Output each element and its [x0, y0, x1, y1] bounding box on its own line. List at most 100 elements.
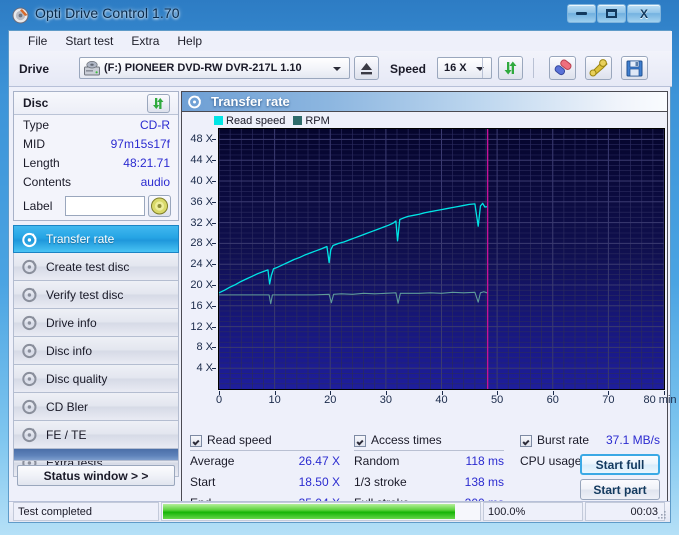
close-button[interactable]: X — [627, 4, 661, 23]
read-speed-checkbox[interactable] — [190, 435, 202, 447]
disc-row-value: audio — [141, 175, 170, 189]
status-window-button[interactable]: Status window > > — [17, 465, 175, 486]
save-button[interactable] — [621, 56, 648, 80]
transfer-rate-plot — [219, 129, 664, 389]
x-axis-tick-label: 20 — [324, 394, 336, 406]
disc-row-key: Contents — [23, 175, 71, 189]
sidebar-item-label: Disc info — [46, 344, 92, 358]
tools-icon — [586, 57, 611, 79]
disc-label-key: Label — [23, 199, 52, 213]
y-axis-tick-mark — [212, 347, 216, 348]
panel-header: Transfer rate — [182, 92, 667, 112]
burst-rate-checkbox[interactable] — [520, 435, 532, 447]
legend-swatch-read-speed — [214, 116, 223, 125]
x-axis-tick-label: 10 — [269, 394, 281, 406]
burst-rate-header: Burst rate 37.1 MB/s — [520, 432, 660, 452]
read-disc-label-button[interactable] — [148, 195, 171, 217]
eject-button[interactable] — [354, 56, 379, 80]
menu-start-test[interactable]: Start test — [56, 32, 122, 50]
disc-icon — [22, 343, 38, 359]
x-axis-tick-mark — [330, 391, 331, 395]
divider — [354, 450, 504, 451]
sidebar-item-disc-quality[interactable]: Disc quality — [13, 365, 179, 393]
sidebar-item-cd-bler[interactable]: CD Bler — [13, 393, 179, 421]
sidebar-item-label: Transfer rate — [46, 232, 114, 246]
progress-bar-fill — [163, 504, 455, 519]
y-axis-tick-label: 36 X — [190, 196, 213, 208]
menu-help[interactable]: Help — [168, 32, 211, 50]
disc-row-key: Length — [23, 156, 60, 170]
panel-title: Transfer rate — [211, 94, 290, 109]
y-axis-tick-mark — [212, 327, 216, 328]
disc-row-key: Type — [23, 118, 49, 132]
x-axis-tick-label: 60 — [547, 394, 559, 406]
sidebar-item-drive-info[interactable]: Drive info — [13, 309, 179, 337]
erase-button[interactable] — [549, 56, 576, 80]
disc-refresh-button[interactable] — [147, 94, 170, 113]
start-full-button[interactable]: Start full — [580, 454, 660, 475]
drive-icon — [84, 61, 100, 76]
progress-percent: 100.0% — [483, 502, 583, 521]
refresh-arrows-icon — [148, 95, 169, 112]
y-axis-tick-mark — [212, 181, 216, 182]
sidebar-item-label: Verify test disc — [46, 288, 123, 302]
maximize-button[interactable] — [597, 4, 626, 23]
disc-icon — [22, 399, 38, 415]
y-axis-tick-mark — [212, 368, 216, 369]
disc-row: Length 48:21.71 — [14, 156, 178, 175]
y-axis-tick-label: 12 X — [190, 321, 213, 333]
disc-row-value: 48:21.71 — [123, 156, 170, 170]
x-axis-tick-mark — [442, 391, 443, 395]
disc-label-input[interactable] — [65, 196, 145, 216]
y-axis-tick-mark — [212, 139, 216, 140]
progress-bar — [161, 502, 481, 521]
resize-grip-icon[interactable] — [657, 510, 667, 520]
sidebar-item-create-test-disc[interactable]: Create test disc — [13, 253, 179, 281]
result-key: Random — [354, 454, 399, 468]
start-part-button[interactable]: Start part — [580, 479, 660, 500]
menu-extra[interactable]: Extra — [122, 32, 168, 50]
y-axis-tick-mark — [212, 160, 216, 161]
title-bar[interactable]: Opti Drive Control 1.70 X — [0, 0, 679, 30]
refresh-arrows-icon — [499, 57, 522, 79]
sidebar-item-label: CD Bler — [46, 400, 88, 414]
disc-row-value: CD-R — [140, 118, 170, 132]
tools-button[interactable] — [585, 56, 612, 80]
drive-select[interactable]: (F:) PIONEER DVD-RW DVR-217L 1.10 — [79, 57, 350, 79]
menu-file[interactable]: File — [19, 32, 56, 50]
x-axis-tick-label: 50 — [491, 394, 503, 406]
y-axis-tick-label: 32 X — [190, 217, 213, 229]
drive-label: Drive — [19, 62, 49, 76]
status-bar: Test completed 100.0% 00:03 — [9, 501, 670, 522]
sidebar-item-fe-te[interactable]: FE / TE — [13, 421, 179, 449]
burst-rate-value: 37.1 MB/s — [606, 433, 660, 447]
sidebar-item-disc-info[interactable]: Disc info — [13, 337, 179, 365]
disc-icon — [22, 287, 38, 303]
refresh-button[interactable] — [498, 56, 523, 80]
plot-area[interactable] — [218, 128, 665, 390]
read-speed-header: Read speed — [190, 432, 340, 452]
maximize-icon — [598, 5, 625, 22]
speed-select[interactable]: 16 X — [437, 57, 492, 79]
minimize-button[interactable] — [567, 4, 596, 23]
sidebar-item-label: FE / TE — [46, 428, 86, 442]
access-times-header: Access times — [354, 432, 504, 452]
x-axis-tick-mark — [386, 391, 387, 395]
y-axis-tick-label: 8 X — [196, 341, 213, 353]
disc-icon — [22, 371, 38, 387]
x-axis-tick-mark — [608, 391, 609, 395]
x-axis-tick-label: 30 — [380, 394, 392, 406]
y-axis-tick-label: 44 X — [190, 154, 213, 166]
chart-legend: Read speed RPM — [214, 114, 338, 127]
sidebar-item-transfer-rate[interactable]: Transfer rate — [13, 225, 179, 253]
disc-panel-title: Disc — [23, 96, 48, 110]
disc-icon — [12, 7, 29, 24]
access-times-checkbox[interactable] — [354, 435, 366, 447]
burst-rate-results: Burst rate 37.1 MB/s CPU usage 0 % Start… — [520, 432, 660, 473]
disc-label-row: Label — [14, 195, 178, 219]
access-times-label: Access times — [371, 433, 442, 447]
sidebar-item-verify-test-disc[interactable]: Verify test disc — [13, 281, 179, 309]
sidebar-item-label: Disc quality — [46, 372, 107, 386]
y-axis-tick-mark — [212, 285, 216, 286]
result-value: 18.50 X — [299, 475, 340, 489]
